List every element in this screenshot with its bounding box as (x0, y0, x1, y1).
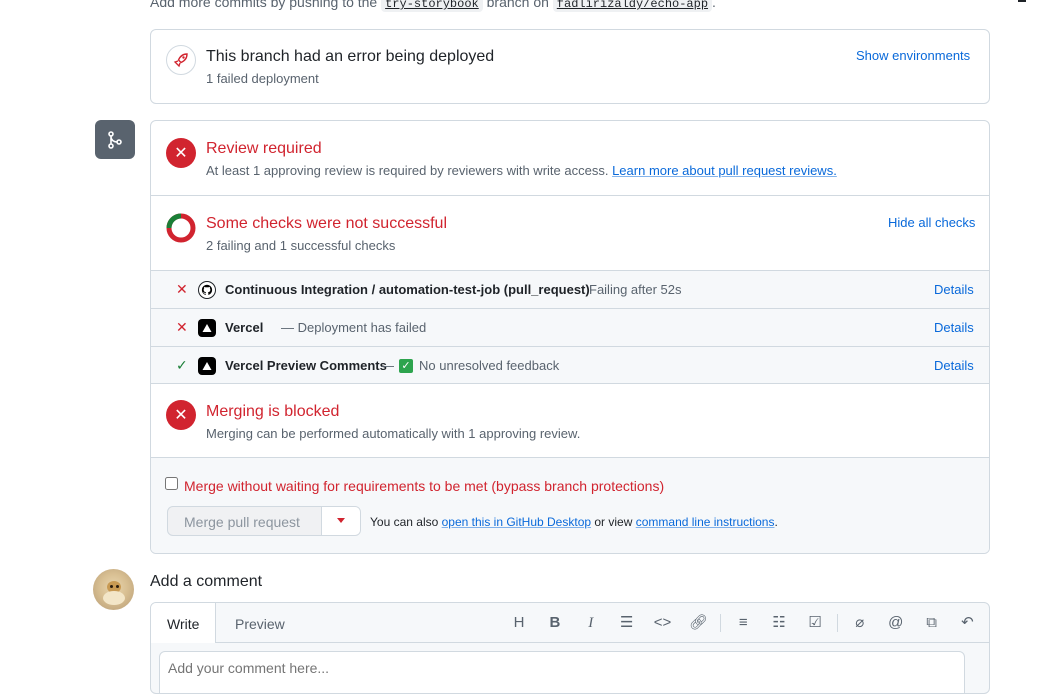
mention-icon[interactable]: @ (884, 614, 908, 631)
check-name[interactable]: Vercel (225, 320, 263, 335)
deployment-subtitle: 1 failed deployment (206, 71, 319, 86)
reference-icon[interactable]: ⧉ (920, 614, 944, 631)
rocket-icon (166, 45, 196, 75)
toolbar-separator (720, 614, 722, 633)
checks-title: Some checks were not successful (206, 215, 447, 232)
review-required-text: At least 1 approving review is required … (206, 163, 837, 178)
vercel-logo-icon (198, 356, 216, 375)
check-row: ✓ Vercel Preview Comments — ✓ No unresol… (151, 346, 989, 384)
avatar[interactable] (93, 569, 134, 610)
check-description: Failing after 52s (589, 282, 682, 297)
task-list-icon[interactable]: ☑ (803, 613, 827, 631)
merge-button-group: Merge pull request (167, 506, 361, 536)
merge-blocked-icon: ✕ (166, 400, 196, 430)
checks-subtitle: 2 failing and 1 successful checks (206, 238, 396, 253)
toolbar-separator (836, 614, 838, 633)
code-icon[interactable]: <> (651, 614, 675, 631)
add-comment-title: Add a comment (150, 573, 263, 590)
reply-icon[interactable]: ↶ (955, 613, 979, 631)
vercel-logo-icon (198, 318, 216, 337)
unordered-list-icon[interactable]: ☷ (767, 613, 791, 631)
review-required-title: Review required (206, 140, 322, 157)
branch-name[interactable]: try-storybook (381, 0, 483, 12)
markdown-toolbar: H B I ☰ <> 🔗︎ ≡ ☷ ☑ ⌀ @ ⧉ ↶ ⊘ (507, 613, 989, 633)
merge-blocked-subtitle: Merging can be performed automatically w… (206, 426, 581, 441)
bold-icon[interactable]: B (543, 614, 567, 631)
merge-status-box: ✕ Review required At least 1 approving r… (150, 120, 990, 554)
details-link[interactable]: Details (934, 358, 974, 373)
push-hint-middle: branch on (482, 0, 553, 10)
triangle-down-icon (337, 518, 345, 523)
fail-x-icon: ✕ (176, 281, 188, 297)
details-link[interactable]: Details (934, 282, 974, 297)
divider (151, 195, 989, 196)
merge-options-dropdown[interactable] (322, 507, 360, 535)
attach-icon[interactable]: ⌀ (848, 613, 872, 631)
hide-all-checks-button[interactable]: Hide all checks (888, 215, 975, 230)
tab-write[interactable]: Write (151, 603, 216, 643)
merge-pull-request-button[interactable]: Merge pull request (184, 514, 300, 530)
italic-icon[interactable]: I (579, 615, 603, 632)
check-mark-emoji-icon: ✓ (399, 358, 413, 373)
push-hint: Add more commits by pushing to the try-s… (150, 0, 716, 12)
deployment-title: This branch had an error being deployed (206, 48, 495, 65)
review-failed-icon: ✕ (166, 138, 196, 168)
bypass-checkbox[interactable] (165, 477, 178, 490)
check-description-prefix: — (381, 358, 394, 373)
show-environments-button[interactable]: Show environments (856, 48, 970, 63)
quote-icon[interactable]: ☰ (615, 613, 639, 631)
merge-footer: Merge without waiting for requirements t… (151, 457, 989, 553)
tab-preview[interactable]: Preview (235, 616, 285, 632)
check-name[interactable]: Vercel Preview Comments (225, 358, 387, 373)
check-description: — Deployment has failed (281, 320, 427, 335)
check-description: No unresolved feedback (419, 358, 560, 373)
ordered-list-icon[interactable]: ≡ (731, 614, 755, 631)
repo-name[interactable]: fadlirizaldy/echo-app (552, 0, 713, 12)
deployment-box: This branch had an error being deployed … (150, 29, 990, 104)
merge-alternatives: You can also open this in GitHub Desktop… (370, 515, 778, 529)
details-link[interactable]: Details (934, 320, 974, 335)
checks-ring-icon (166, 213, 196, 243)
command-line-instructions-link[interactable]: command line instructions (636, 515, 775, 529)
learn-more-reviews-link[interactable]: Learn more about pull request reviews. (612, 163, 837, 178)
checks-list: ✕ Continuous Integration / automation-te… (151, 270, 989, 384)
corner-mark (1018, 0, 1026, 2)
pass-check-icon: ✓ (176, 357, 188, 373)
fail-x-icon: ✕ (176, 319, 188, 335)
git-merge-icon (95, 120, 135, 159)
check-row: ✕ Vercel — Deployment has failed Details (151, 308, 989, 346)
link-icon[interactable]: 🔗︎ (686, 613, 710, 631)
check-row: ✕ Continuous Integration / automation-te… (151, 270, 989, 308)
open-github-desktop-link[interactable]: open this in GitHub Desktop (442, 515, 591, 529)
toolbar-divider (215, 642, 989, 643)
merge-blocked-title: Merging is blocked (206, 403, 340, 420)
heading-icon[interactable]: H (507, 614, 531, 631)
bypass-label[interactable]: Merge without waiting for requirements t… (184, 478, 664, 494)
github-logo-icon (198, 280, 216, 299)
check-name[interactable]: Continuous Integration / automation-test… (225, 282, 590, 297)
push-hint-prefix: Add more commits by pushing to the (150, 0, 382, 10)
comment-box: Write Preview H B I ☰ <> 🔗︎ ≡ ☷ ☑ ⌀ @ ⧉ … (150, 602, 990, 694)
divider (151, 383, 989, 384)
